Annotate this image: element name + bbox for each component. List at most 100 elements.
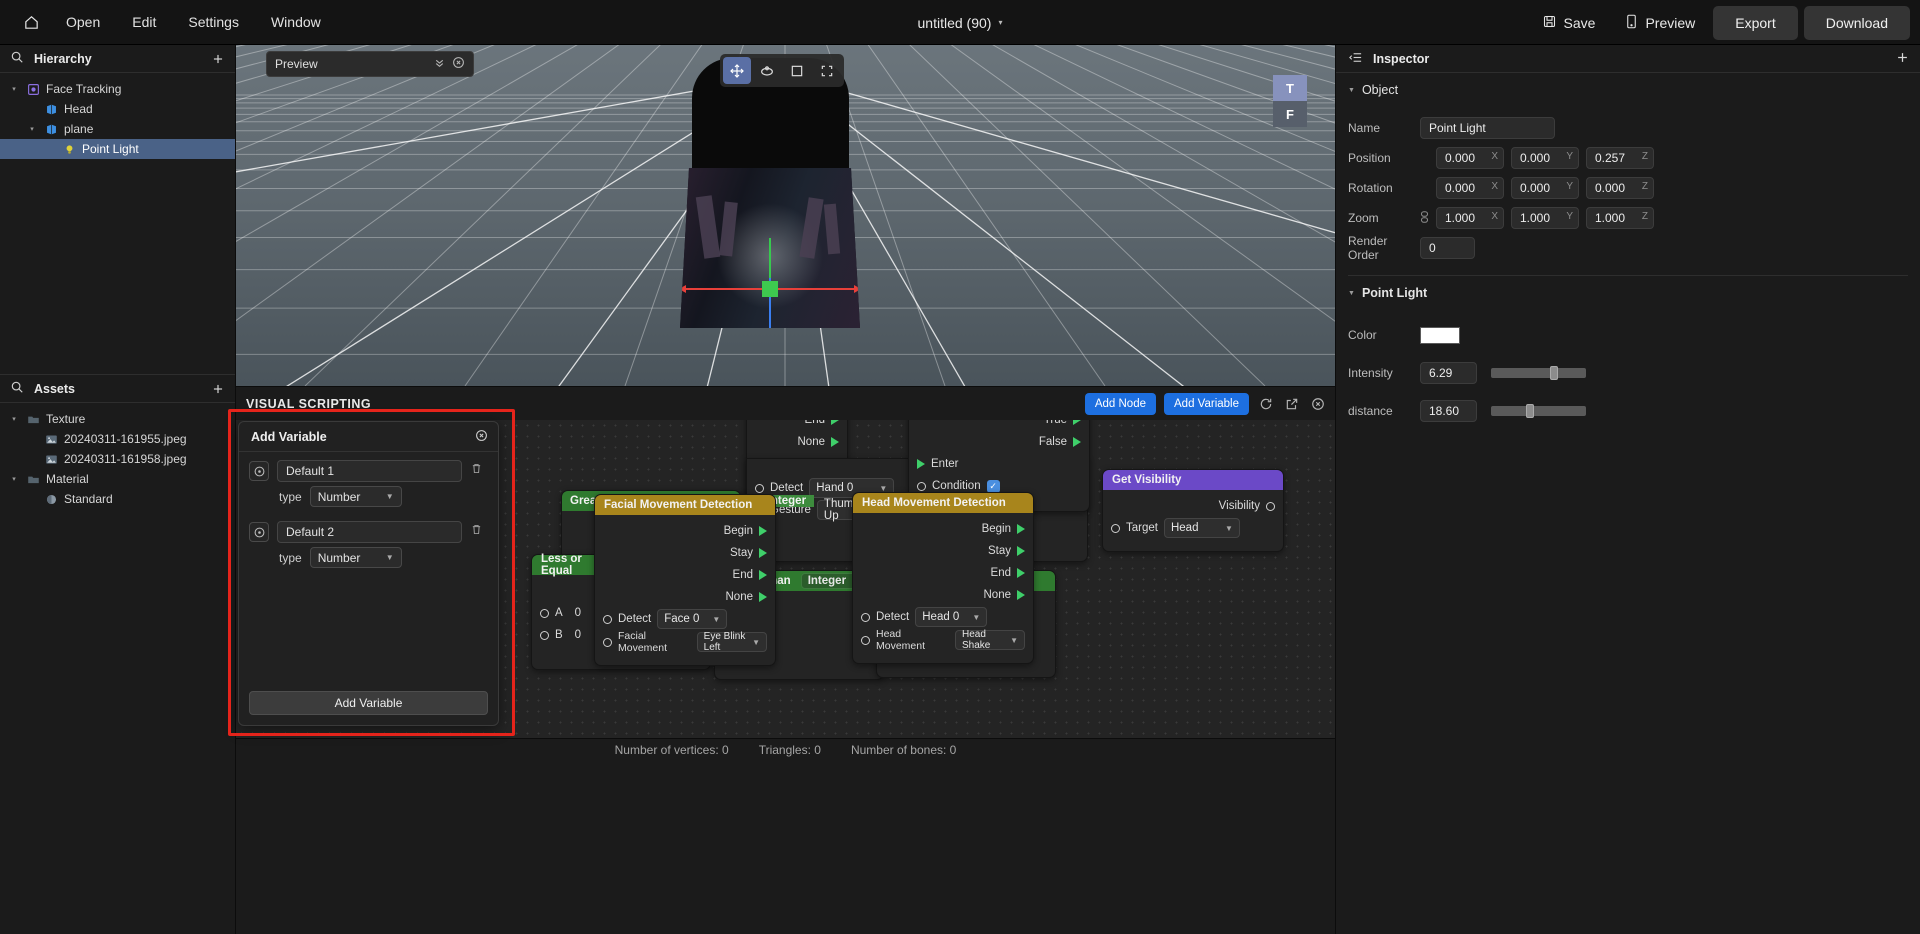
tree-item[interactable]: Head xyxy=(0,99,235,119)
refresh-icon[interactable] xyxy=(1257,395,1275,413)
add-variable-dialog[interactable]: Add Variable type Number ▼ type Number ▼ Add … xyxy=(238,421,499,726)
tree-item[interactable]: ▾ Texture xyxy=(0,409,235,429)
exec-pin-icon[interactable] xyxy=(759,548,767,558)
add-variable-button[interactable]: Add Variable xyxy=(1164,392,1249,415)
twisty-icon[interactable]: ▾ xyxy=(8,415,20,423)
exec-pin-icon[interactable] xyxy=(1073,437,1081,447)
menu-item-open[interactable]: Open xyxy=(50,8,116,36)
tree-item[interactable]: 20240311-161958.jpeg xyxy=(0,449,235,469)
node-output-none[interactable]: None xyxy=(853,584,1033,606)
scale-tool-icon[interactable] xyxy=(783,57,811,84)
node-output-none[interactable]: None xyxy=(595,586,775,608)
tree-item[interactable]: ▾ plane xyxy=(0,119,235,139)
exec-pin-icon[interactable] xyxy=(759,570,767,580)
exec-pin-icon[interactable] xyxy=(1017,568,1025,578)
object-section-header[interactable]: ▼ Object xyxy=(1336,73,1920,101)
search-icon[interactable] xyxy=(10,380,24,397)
zoom-x-field[interactable]: X xyxy=(1436,207,1504,229)
rotation-z-field[interactable]: Z xyxy=(1586,177,1654,199)
detect-dropdown[interactable]: Head 0 ▼ xyxy=(915,607,988,627)
add-variable-confirm-button[interactable]: Add Variable xyxy=(249,691,488,715)
intensity-slider[interactable] xyxy=(1491,366,1586,380)
node-input-enter[interactable]: Enter xyxy=(909,453,1089,475)
detect-dropdown[interactable]: Face 0 ▼ xyxy=(657,609,728,629)
search-icon[interactable] xyxy=(10,50,24,67)
node-output-visibility[interactable]: Visibility xyxy=(1103,495,1283,517)
twisty-icon[interactable]: ▾ xyxy=(26,125,38,133)
tree-item[interactable]: ▾ Face Tracking xyxy=(0,79,235,99)
document-title[interactable]: untitled (90) ▾ xyxy=(918,15,1003,31)
gizmo-front-label[interactable]: F xyxy=(1273,101,1307,127)
point-light-section-header[interactable]: ▼ Point Light xyxy=(1336,276,1920,304)
chevrons-down-icon[interactable] xyxy=(433,56,446,72)
menu-item-window[interactable]: Window xyxy=(255,8,337,36)
exec-pin-icon[interactable] xyxy=(831,437,839,447)
node-field-detect[interactable]: Detect Head 0 ▼ xyxy=(853,606,1033,628)
color-swatch[interactable] xyxy=(1420,326,1460,344)
node-get-visibility[interactable]: Get Visibility Visibility Target Head ▼ xyxy=(1102,469,1284,552)
exec-pin-icon[interactable] xyxy=(1017,590,1025,600)
object-name-input[interactable] xyxy=(1420,117,1555,139)
node-field-head-movement[interactable]: Head Movement Head Shake ▼ xyxy=(853,628,1033,652)
data-pin-icon[interactable] xyxy=(861,612,870,622)
data-pin-icon[interactable] xyxy=(861,635,870,645)
position-x-field[interactable]: X xyxy=(1436,147,1504,169)
twisty-icon[interactable]: ▾ xyxy=(8,85,20,93)
variable-name-input[interactable] xyxy=(277,521,462,543)
move-tool-icon[interactable] xyxy=(723,57,751,84)
facial-movement-dropdown[interactable]: Eye Blink Left ▼ xyxy=(696,631,767,653)
node-output-true[interactable]: True xyxy=(909,420,1089,431)
tree-item[interactable]: 20240311-161955.jpeg xyxy=(0,429,235,449)
close-circle-icon[interactable] xyxy=(1309,395,1327,413)
export-button[interactable]: Export xyxy=(1713,5,1798,40)
twisty-icon[interactable]: ▾ xyxy=(8,475,20,483)
data-pin-icon[interactable] xyxy=(540,608,549,618)
position-z-field[interactable]: Z xyxy=(1586,147,1654,169)
node-facial-movement-detection[interactable]: Facial Movement Detection Begin Stay End… xyxy=(594,494,776,666)
save-button[interactable]: Save xyxy=(1530,8,1608,38)
exec-pin-icon[interactable] xyxy=(759,526,767,536)
render-order-input[interactable] xyxy=(1420,237,1475,259)
variable-type-dropdown[interactable]: Number ▼ xyxy=(309,547,402,568)
tree-item[interactable]: Standard xyxy=(0,489,235,509)
data-pin-icon[interactable] xyxy=(1111,523,1120,533)
viewport-3d[interactable]: Preview T F xyxy=(236,45,1335,386)
node-head-movement-detection[interactable]: Head Movement Detection Begin Stay End N… xyxy=(852,492,1034,664)
data-pin-icon[interactable] xyxy=(917,481,926,491)
position-y-field[interactable]: Y xyxy=(1511,147,1579,169)
exec-pin-icon[interactable] xyxy=(759,592,767,602)
home-icon[interactable] xyxy=(12,3,50,41)
popout-icon[interactable] xyxy=(1283,395,1301,413)
add-node-button[interactable]: Add Node xyxy=(1084,392,1156,415)
download-button[interactable]: Download xyxy=(1803,5,1910,40)
preview-button[interactable]: Preview xyxy=(1613,8,1707,38)
node-field-facial-movement[interactable]: Facial Movement Eye Blink Left ▼ xyxy=(595,630,775,654)
exec-pin-icon[interactable] xyxy=(1017,546,1025,556)
rotation-y-field[interactable]: Y xyxy=(1511,177,1579,199)
data-pin-icon[interactable] xyxy=(603,614,612,624)
node-field-detect[interactable]: Detect Face 0 ▼ xyxy=(595,608,775,630)
data-pin-icon[interactable] xyxy=(1266,501,1275,511)
condition-checkbox[interactable]: ✓ xyxy=(986,479,1000,493)
rect-tool-icon[interactable] xyxy=(813,57,841,84)
data-pin-icon[interactable] xyxy=(540,630,549,640)
variable-name-input[interactable] xyxy=(277,460,462,482)
link-icon[interactable] xyxy=(1420,210,1432,226)
menu-item-edit[interactable]: Edit xyxy=(116,8,172,36)
head-movement-dropdown[interactable]: Head Shake ▼ xyxy=(955,629,1025,651)
exec-pin-icon[interactable] xyxy=(917,459,925,469)
close-circle-icon[interactable] xyxy=(475,429,488,445)
distance-slider-knob[interactable] xyxy=(1526,404,1535,418)
node-output-stay[interactable]: Stay xyxy=(595,542,775,564)
close-circle-icon[interactable] xyxy=(452,56,465,72)
node-output-end[interactable]: End xyxy=(595,564,775,586)
node-field-target[interactable]: Target Head ▼ xyxy=(1103,517,1283,539)
target-icon[interactable] xyxy=(249,461,269,481)
add-asset-button[interactable] xyxy=(209,380,227,398)
node-output-none[interactable]: None xyxy=(747,431,847,453)
trash-icon[interactable] xyxy=(470,523,488,541)
target-dropdown[interactable]: Head ▼ xyxy=(1163,518,1240,538)
target-icon[interactable] xyxy=(249,522,269,542)
exec-pin-icon[interactable] xyxy=(831,420,839,425)
input-value[interactable]: 0 xyxy=(575,607,581,619)
